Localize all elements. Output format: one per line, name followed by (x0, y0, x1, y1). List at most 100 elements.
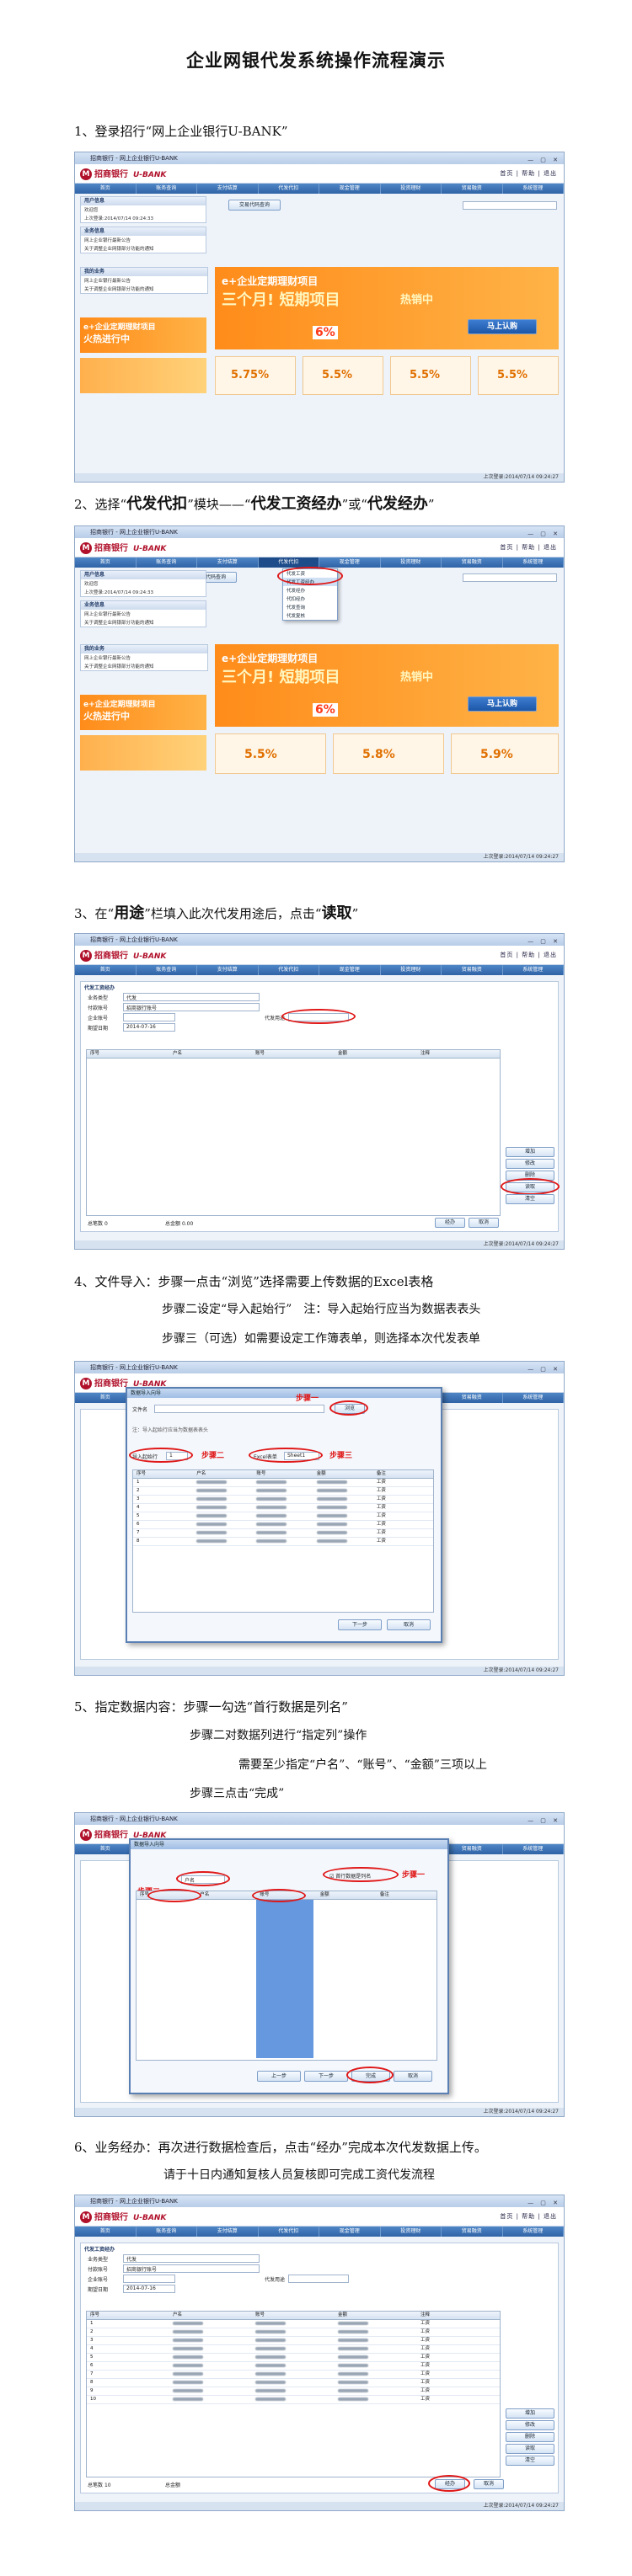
menu-item[interactable]: 系统管理 (503, 184, 564, 194)
menu-item[interactable]: 系统管理 (503, 557, 564, 568)
purpose-input[interactable] (288, 2275, 349, 2283)
menu-item[interactable]: 首页 (75, 965, 137, 975)
rate-card[interactable]: 5.5% (303, 356, 383, 395)
column-header[interactable]: 账号 (252, 1050, 335, 1058)
top-links[interactable]: 首页 | 帮助 | 退出 (500, 169, 557, 178)
delete-button[interactable]: 删除 (506, 2432, 554, 2442)
menu-item[interactable]: 现金管理 (319, 2227, 381, 2237)
column-header[interactable]: 户名 (196, 1891, 256, 1899)
menu-item[interactable]: 代发代扣 (259, 2227, 319, 2237)
next-button[interactable]: 下一步 (338, 1619, 382, 1630)
menu-item[interactable]: 贸易融资 (442, 557, 503, 568)
table-row[interactable]: 9 工资 (87, 2387, 500, 2396)
menu-item[interactable]: 支付结算 (197, 557, 259, 568)
rate-card[interactable]: 5.8% (333, 733, 444, 774)
menu-item[interactable]: 账务查询 (137, 2227, 197, 2237)
column-header[interactable]: 备注 (377, 1891, 437, 1899)
menu-item[interactable]: 现金管理 (319, 965, 381, 975)
menu-item[interactable]: 支付结算 (197, 2227, 259, 2237)
menu-item[interactable]: 账务查询 (137, 965, 197, 975)
menu-item[interactable]: 投资理财 (381, 2227, 442, 2237)
rate-card[interactable]: 5.9% (451, 733, 559, 774)
business-type-select[interactable] (123, 2254, 260, 2263)
table-row[interactable]: 8 工资 (133, 1538, 433, 1546)
cancel-button[interactable]: 取消 (474, 2479, 504, 2489)
menu-item[interactable]: 贸易融资 (442, 965, 503, 975)
rate-card[interactable]: 5.75% (215, 356, 296, 395)
column-header[interactable]: 金额 (335, 1050, 417, 1058)
next-button[interactable]: 下一步 (304, 2071, 348, 2082)
table-row[interactable]: 1 工资 (133, 1479, 433, 1487)
edit-button[interactable]: 修改 (506, 1159, 554, 1169)
menu-item[interactable]: 投资理财 (381, 965, 442, 975)
corp-account-select[interactable] (123, 1013, 175, 1021)
table-row[interactable]: 2 工资 (87, 2328, 500, 2337)
table-row[interactable]: 5 工资 (133, 1512, 433, 1521)
dropdown-item[interactable]: 代发经办 (283, 586, 337, 595)
edit-button[interactable]: 修改 (506, 2420, 554, 2430)
menu-item[interactable]: 现金管理 (319, 184, 381, 194)
menu-item[interactable]: 支付结算 (197, 965, 259, 975)
table-row[interactable]: 7 工资 (87, 2371, 500, 2379)
menu-item[interactable]: 贸易融资 (442, 2227, 503, 2237)
menu-item[interactable]: 首页 (75, 1844, 137, 1854)
clear-button[interactable]: 清空 (506, 1194, 554, 1204)
dropdown-item[interactable]: 代发复核 (283, 611, 337, 620)
menu-item[interactable]: 系统管理 (503, 965, 564, 975)
dropdown-item[interactable]: 代扣经办 (283, 595, 337, 603)
menu-item[interactable]: 账务查询 (137, 557, 197, 568)
column-header[interactable]: 户名 (169, 2312, 252, 2319)
menu-item[interactable]: 首页 (75, 184, 137, 194)
promo-small[interactable]: e+企业定期理财项目 火热进行中 (80, 317, 206, 353)
business-type-select[interactable] (123, 993, 260, 1001)
table-row[interactable]: 3 工资 (133, 1496, 433, 1504)
menu-item[interactable]: 投资理财 (381, 184, 442, 194)
table-row[interactable]: 6 工资 (87, 2362, 500, 2371)
add-button[interactable]: 增加 (506, 1147, 554, 1157)
rate-card[interactable]: 5.5% (390, 356, 471, 395)
table-row[interactable]: 4 工资 (133, 1504, 433, 1512)
table-row[interactable]: 4 工资 (87, 2345, 500, 2354)
table-row[interactable]: 3 工资 (87, 2337, 500, 2345)
menu-item[interactable]: 现金管理 (319, 557, 381, 568)
menu-item[interactable]: 系统管理 (503, 1393, 564, 1403)
table-row[interactable]: 6 工资 (133, 1521, 433, 1529)
clear-button[interactable]: 清空 (506, 2456, 554, 2466)
menu-item[interactable]: 支付结算 (197, 184, 259, 194)
rate-card[interactable]: 5.5% (215, 733, 326, 774)
menu-item[interactable]: 系统管理 (503, 1844, 564, 1854)
search-input[interactable] (463, 201, 557, 210)
promo-fixed[interactable] (80, 358, 206, 393)
menu-item[interactable]: 系统管理 (503, 2227, 564, 2237)
search-trade-button[interactable]: 交易代码查询 (228, 200, 281, 211)
menu-item[interactable]: 首页 (75, 2227, 137, 2237)
column-header[interactable]: 金额 (317, 1891, 377, 1899)
table-row[interactable]: 8 工资 (87, 2379, 500, 2387)
table-row[interactable]: 5 工资 (87, 2354, 500, 2362)
submit-button[interactable]: 经办 (435, 1218, 465, 1228)
column-header[interactable]: 户名 (169, 1050, 252, 1058)
read-button[interactable]: 读取 (506, 2444, 554, 2454)
menu-item[interactable]: 贸易融资 (442, 1844, 503, 1854)
dropdown-item[interactable]: 代发查询 (283, 603, 337, 611)
buy-now-button[interactable]: 马上认购 (468, 319, 537, 334)
file-path-input[interactable] (154, 1405, 324, 1413)
cancel-button[interactable]: 取消 (469, 1218, 499, 1228)
menu-item[interactable]: 账务查询 (137, 184, 197, 194)
column-header[interactable]: 序号 (87, 2312, 169, 2319)
corp-account-select[interactable] (123, 2275, 175, 2283)
menu-item[interactable]: 投资理财 (381, 557, 442, 568)
search-input[interactable] (463, 573, 557, 582)
rate-card[interactable]: 5.5% (478, 356, 559, 395)
column-header[interactable]: 账号 (252, 2312, 335, 2319)
top-links[interactable]: 首页 | 帮助 | 退出 (500, 951, 557, 959)
table-row[interactable]: 2 工资 (133, 1487, 433, 1496)
column-header[interactable]: 序号 (87, 1050, 169, 1058)
menu-item[interactable]: 首页 (75, 557, 137, 568)
table-row[interactable]: 7 工资 (133, 1529, 433, 1538)
menu-item[interactable]: 贸易融资 (442, 1393, 503, 1403)
menu-item[interactable]: 代发代扣 (259, 965, 319, 975)
column-header[interactable]: 金额 (335, 2312, 417, 2319)
table-row[interactable]: 1 工资 (87, 2320, 500, 2328)
menu-item[interactable]: 贸易融资 (442, 184, 503, 194)
